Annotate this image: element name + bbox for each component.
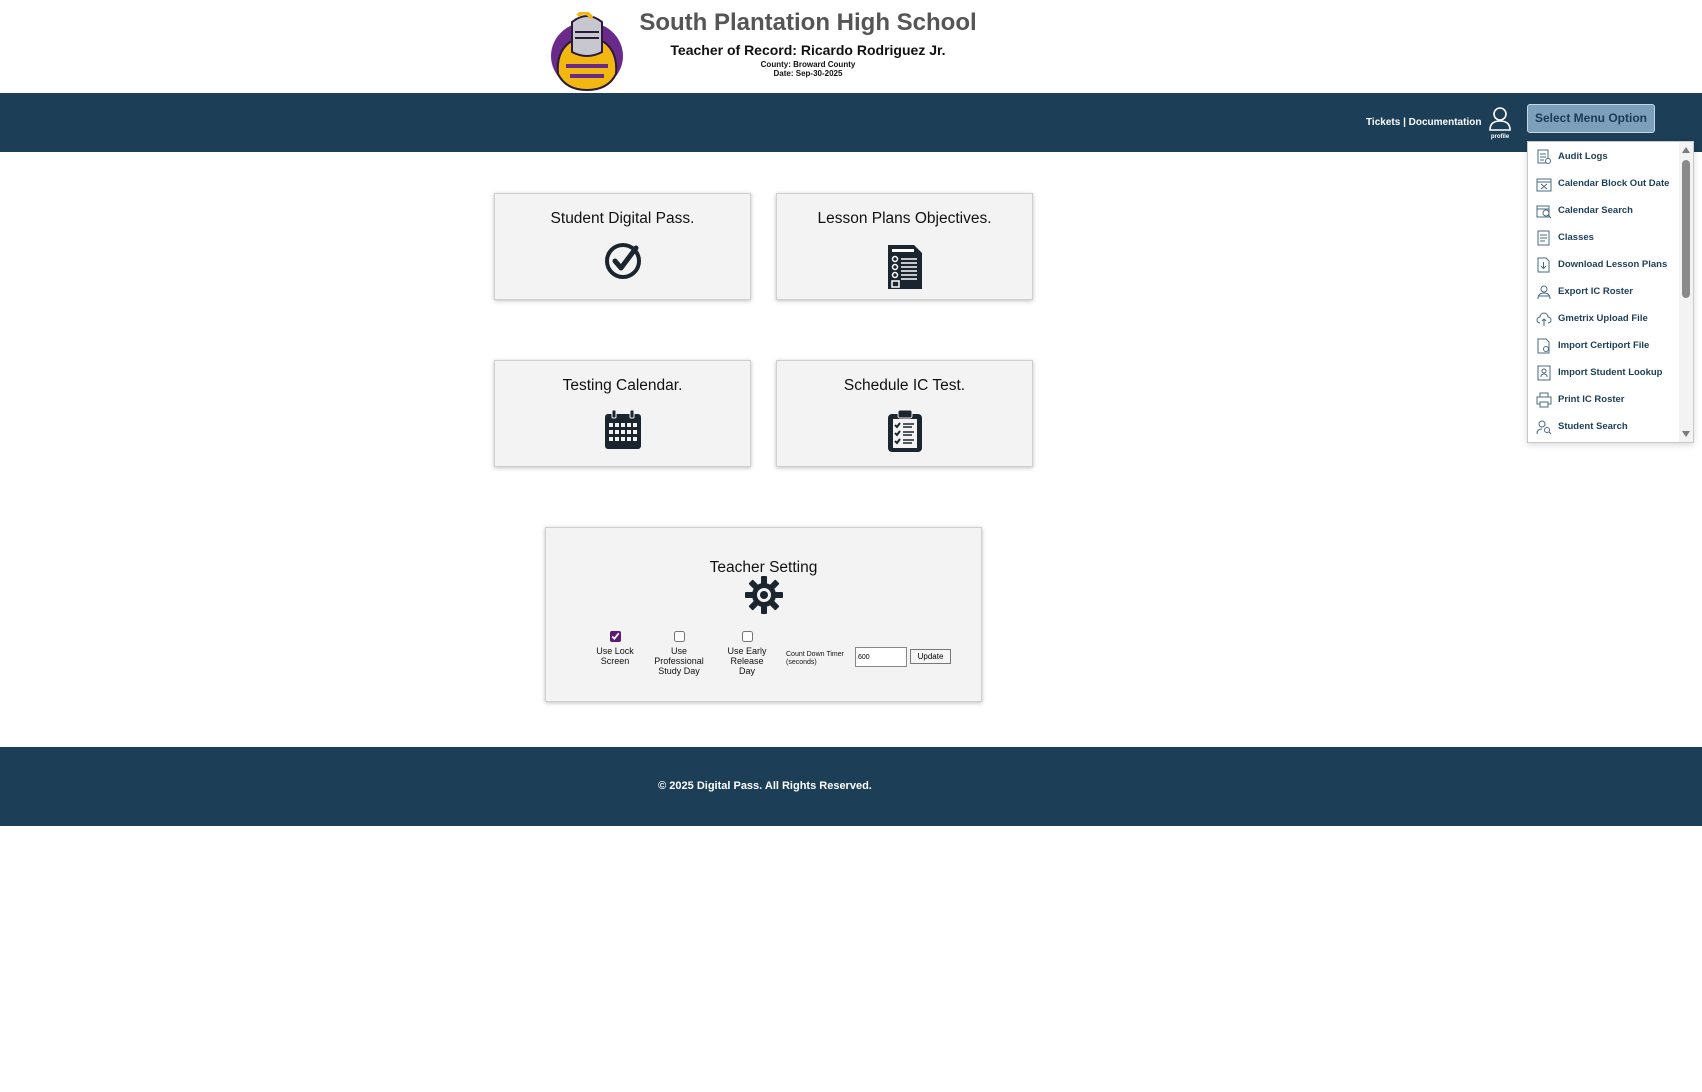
menu-item-label: Calendar Block Out Date (1558, 178, 1670, 189)
date-label: Date: Sep-30-2025 (773, 69, 843, 78)
menu-item-label: Download Lesson Plans (1558, 259, 1668, 270)
menu-item-classes[interactable]: Classes (1528, 224, 1680, 251)
profile-label: profile (1490, 134, 1510, 140)
dropdown-scrollbar[interactable] (1679, 142, 1693, 442)
menu-item-calendar-search[interactable]: Calendar Search (1528, 197, 1680, 224)
settings-title: Teacher Setting (709, 559, 818, 576)
teacher-of-record: Teacher of Record: Ricardo Rodriguez Jr. (670, 42, 946, 58)
professional-study-checkbox[interactable] (673, 631, 685, 642)
lock-screen-option[interactable]: Use Lock Screen (594, 631, 636, 666)
menu-item-label: Calendar Search (1558, 205, 1633, 216)
card-lesson-plans-objectives[interactable]: Lesson Plans Objectives. (776, 193, 1033, 300)
import-student-icon (1537, 365, 1551, 380)
menu-item-label: Export IC Roster (1558, 286, 1633, 297)
menu-item-audit-logs[interactable]: Audit Logs (1528, 143, 1680, 170)
professional-study-option[interactable]: Use Professional Study Day (651, 631, 707, 676)
school-title: South Plantation High School (639, 9, 977, 36)
menu-item-label: Classes (1558, 232, 1594, 243)
menu-item-label: Import Student Lookup (1558, 367, 1663, 378)
lock-screen-checkbox[interactable] (609, 631, 621, 642)
card-title: Student Digital Pass. (550, 210, 695, 227)
early-release-option[interactable]: Use Early Release Day (724, 631, 770, 676)
menu-dropdown-list: Audit Logs Calendar Block Out Date Calen… (1528, 142, 1680, 440)
export-roster-icon (1537, 285, 1551, 299)
menu-item-label: Gmetrix Upload File (1558, 313, 1648, 324)
card-testing-calendar[interactable]: Testing Calendar. (494, 360, 751, 467)
student-search-icon (1536, 420, 1552, 434)
menu-item-student-search[interactable]: Student Search (1528, 413, 1680, 440)
gear-icon (745, 576, 783, 614)
menu-item-import-student-lookup[interactable]: Import Student Lookup (1528, 359, 1680, 386)
menu-item-export-ic-roster[interactable]: Export IC Roster (1528, 278, 1680, 305)
page-header: South Plantation High School Teacher of … (0, 0, 1702, 93)
teacher-settings-panel: Teacher Setting Use Lock Screen Use Prof… (545, 527, 982, 702)
nav-separator: | (1400, 117, 1409, 128)
calendar-block-icon (1536, 178, 1552, 191)
lesson-plan-icon (887, 245, 922, 289)
menu-item-print-ic-roster[interactable]: Print IC Roster (1528, 386, 1680, 413)
import-file-icon (1537, 338, 1550, 353)
nav-links: Tickets | Documentation (1366, 117, 1481, 128)
top-navbar: Tickets | Documentation profile Select M… (0, 93, 1702, 152)
tickets-link[interactable]: Tickets (1366, 117, 1400, 128)
update-button[interactable]: Update (910, 649, 951, 664)
documentation-link[interactable]: Documentation (1409, 117, 1482, 128)
countdown-timer-input[interactable] (855, 647, 907, 667)
early-release-label: Use Early Release Day (727, 646, 767, 676)
lock-screen-label: Use Lock Screen (596, 646, 634, 666)
check-circle-icon (604, 243, 641, 279)
printer-icon (1536, 392, 1552, 407)
audit-log-icon (1537, 149, 1551, 164)
clipboard-checklist-icon (887, 409, 922, 452)
card-schedule-ic-test[interactable]: Schedule IC Test. (776, 360, 1033, 467)
user-profile-icon (1489, 107, 1511, 131)
card-title: Testing Calendar. (562, 377, 683, 394)
select-menu-button[interactable]: Select Menu Option (1527, 104, 1655, 133)
scroll-down-arrow-icon[interactable] (1682, 431, 1690, 437)
cloud-upload-icon (1536, 312, 1552, 326)
menu-dropdown: Audit Logs Calendar Block Out Date Calen… (1527, 141, 1694, 443)
countdown-timer-label: Count Down Timer (seconds) (786, 651, 844, 666)
menu-item-download-lesson-plans[interactable]: Download Lesson Plans (1528, 251, 1680, 278)
menu-item-label: Audit Logs (1558, 151, 1608, 162)
menu-item-import-certiport-file[interactable]: Import Certiport File (1528, 332, 1680, 359)
card-student-digital-pass[interactable]: Student Digital Pass. (494, 193, 751, 300)
calendar-icon (604, 409, 641, 449)
menu-item-gmetrix-upload-file[interactable]: Gmetrix Upload File (1528, 305, 1680, 332)
menu-item-calendar-block-out-date[interactable]: Calendar Block Out Date (1528, 170, 1680, 197)
download-file-icon (1537, 257, 1550, 272)
menu-item-label: Print IC Roster (1558, 394, 1625, 405)
scroll-up-arrow-icon[interactable] (1682, 147, 1690, 153)
menu-item-label: Student Search (1558, 421, 1628, 432)
county-label: County: Broward County (760, 60, 856, 69)
professional-study-label: Use Professional Study Day (654, 646, 704, 676)
calendar-search-icon (1536, 205, 1552, 218)
early-release-checkbox[interactable] (741, 631, 753, 642)
card-title: Lesson Plans Objectives. (817, 210, 992, 227)
menu-item-label: Import Certiport File (1558, 340, 1650, 351)
card-title: Schedule IC Test. (843, 377, 966, 394)
profile-button[interactable]: profile (1486, 107, 1514, 141)
copyright-text: © 2025 Digital Pass. All Rights Reserved… (658, 780, 872, 792)
classes-icon (1537, 230, 1550, 245)
page-footer: © 2025 Digital Pass. All Rights Reserved… (0, 747, 1702, 826)
scrollbar-thumb[interactable] (1682, 160, 1690, 298)
